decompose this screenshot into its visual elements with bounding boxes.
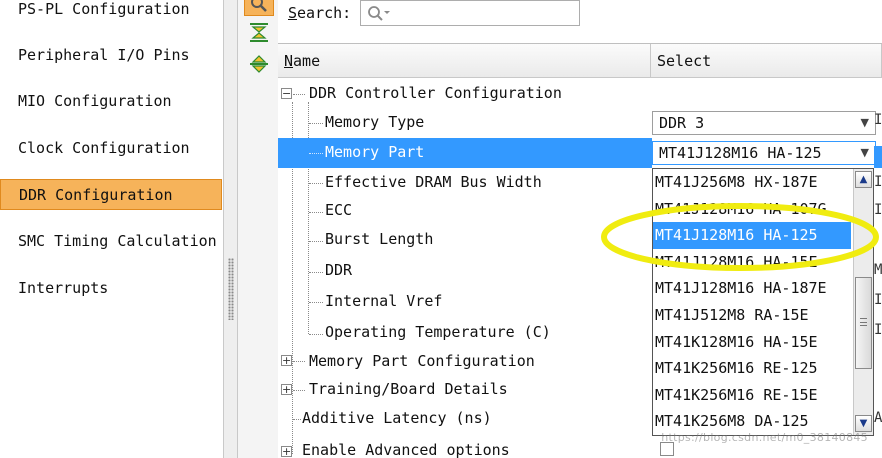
dropdown-option[interactable]: MT41J128M16 HA-187E (653, 275, 853, 302)
tree-row-memory-part[interactable]: Memory Part (278, 138, 652, 168)
search-label-text: earch: (297, 4, 352, 22)
edge-column-text: A (874, 410, 882, 426)
tree-row-ddr-controller[interactable]: − DDR Controller Configuration (278, 80, 882, 108)
search-icon (368, 6, 390, 21)
edge-column-text: I (874, 292, 882, 308)
tree-row-memory-type[interactable]: Memory Type DDR 3 ▼ (278, 108, 882, 138)
row-label: DDR (325, 261, 353, 279)
dropdown-option[interactable]: MT41J512M8 RA-15E (653, 302, 853, 329)
tree-guide-line (293, 390, 305, 391)
memory-part-value: MT41J128M16 HA-125 (659, 144, 822, 162)
nav-item-clock-configuration[interactable]: Clock Configuration (0, 133, 222, 164)
nav-item-mio-configuration[interactable]: MIO Configuration (0, 86, 222, 117)
edge-column-text: I (874, 112, 882, 128)
row-label: Internal Vref (325, 292, 443, 310)
expand-all-icon (250, 55, 268, 73)
tool-strip (238, 0, 278, 458)
row-label: Memory Part Configuration (309, 352, 535, 370)
dropdown-option-selected[interactable]: MT41J128M16 HA-125 (653, 222, 851, 249)
tree-guide-line (309, 212, 323, 213)
watermark: https://blog.csdn.net/m0_38140845 (661, 431, 868, 444)
tree-guide-line (293, 419, 301, 420)
search-input[interactable] (395, 2, 579, 24)
search-label: Search: (288, 4, 351, 22)
scrollbar-thumb[interactable] (855, 277, 872, 369)
memory-part-select[interactable]: MT41J128M16 HA-125 ▼ (652, 141, 876, 165)
edge-column-text: I (874, 322, 882, 338)
row-label: Enable Advanced options (302, 441, 510, 458)
expand-icon[interactable]: + (281, 355, 292, 366)
edge-column-highlight (874, 146, 882, 168)
magnifier-icon (251, 0, 267, 12)
scroll-up-icon[interactable]: ▲ (855, 171, 872, 188)
name-header-mnemonic: N (284, 52, 294, 70)
tree-guide-line (309, 241, 323, 242)
row-label: Memory Part (325, 143, 425, 161)
tree-guide-line (309, 123, 323, 124)
search-box[interactable] (360, 0, 580, 26)
expand-all-button[interactable] (244, 52, 274, 76)
nav-item-interrupts[interactable]: Interrupts (0, 273, 222, 304)
edge-column-text: M (874, 262, 882, 278)
memory-part-dropdown-list[interactable]: MT41J256M8 HX-187E MT41J128M16 HA-107G M… (652, 168, 874, 436)
dropdown-option[interactable]: MT41J128M16 HA-107G (653, 196, 853, 223)
chevron-down-icon: ▼ (860, 116, 869, 129)
dropdown-option[interactable]: MT41K256M16 RE-15E (653, 382, 853, 409)
row-label: ECC (325, 201, 353, 219)
dropdown-option[interactable]: MT41K256M16 RE-125 (653, 355, 853, 382)
enable-advanced-checkbox[interactable] (660, 442, 674, 456)
dropdown-scrollbar[interactable]: ▲ ▼ (853, 169, 873, 435)
collapse-icon[interactable]: − (281, 88, 292, 99)
row-label: Memory Type (325, 113, 425, 131)
expand-icon[interactable]: + (281, 446, 292, 457)
row-label: Training/Board Details (309, 380, 508, 398)
dropdown-option[interactable]: MT41K128M16 HA-15E (653, 329, 853, 356)
search-label-mnemonic: S (288, 4, 298, 22)
navigation-panel: PS-PL Configuration Peripheral I/O Pins … (0, 0, 224, 458)
row-label: Additive Latency (ns) (302, 409, 492, 427)
row-label: Operating Temperature (C) (325, 323, 551, 341)
column-header-name[interactable]: Name (278, 44, 651, 78)
dropdown-option[interactable]: MT41J256M8 HX-187E (653, 169, 853, 196)
collapse-all-icon (250, 23, 268, 42)
thumb-grip-icon (860, 318, 867, 326)
tree-guide-line (309, 153, 323, 154)
panel-splitter[interactable] (224, 0, 238, 458)
tree-guide-line (293, 94, 305, 95)
memory-type-select[interactable]: DDR 3 ▼ (652, 111, 876, 135)
collapse-all-button[interactable] (244, 20, 274, 44)
search-tool-button[interactable] (244, 0, 274, 16)
row-label: DDR Controller Configuration (309, 84, 562, 102)
nav-item-smc-timing-calculation[interactable]: SMC Timing Calculation (0, 226, 222, 257)
splitter-grip-icon (228, 258, 234, 320)
tree-guide-line (309, 272, 323, 273)
tree-guide-line (293, 361, 305, 362)
nav-item-ddr-configuration[interactable]: DDR Configuration (0, 179, 222, 210)
dropdown-option[interactable]: MT41J128M16 HA-15E (653, 249, 853, 276)
row-label: Effective DRAM Bus Width (325, 173, 542, 191)
row-label: Burst Length (325, 230, 434, 248)
name-header-text: ame (293, 52, 321, 70)
chevron-down-icon: ▼ (860, 146, 869, 159)
memory-type-value: DDR 3 (659, 114, 705, 132)
scroll-down-icon[interactable]: ▼ (855, 415, 872, 432)
tree-guide-line (309, 183, 323, 184)
edge-column-text: I (874, 174, 882, 190)
nav-item-ps-pl-configuration[interactable]: PS-PL Configuration (0, 0, 222, 25)
column-header-select[interactable]: Select (651, 44, 882, 78)
edge-column-text: I (874, 202, 882, 218)
tree-guide-line (309, 334, 323, 335)
nav-item-peripheral-io-pins[interactable]: Peripheral I/O Pins (0, 40, 222, 71)
tree-guide-line (309, 302, 323, 303)
expand-icon[interactable]: + (281, 384, 292, 395)
